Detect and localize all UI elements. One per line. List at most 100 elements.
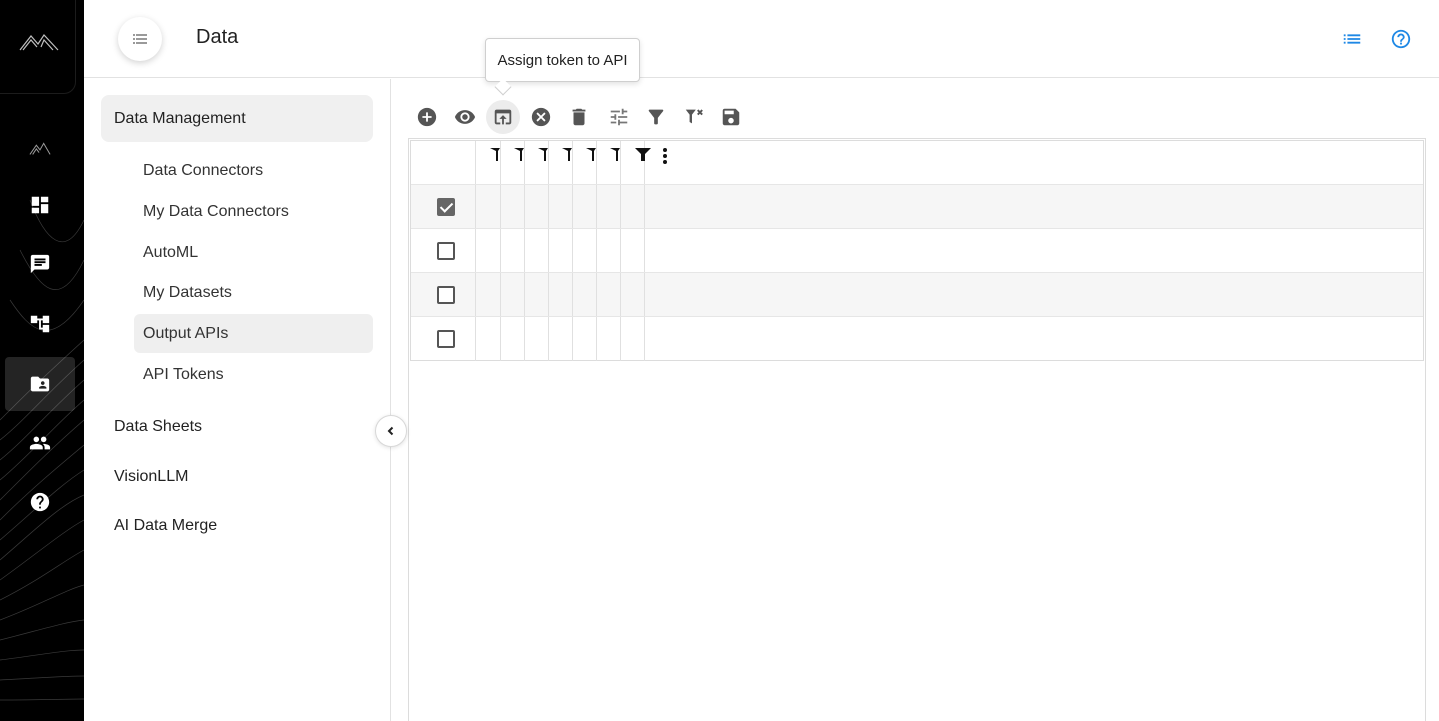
table-cell[interactable] xyxy=(476,273,501,316)
sidebar-item-output-apis[interactable]: Output APIs xyxy=(134,314,373,353)
table-cell[interactable] xyxy=(597,273,621,316)
help-circle-icon xyxy=(30,492,50,512)
rail-workflow[interactable] xyxy=(5,297,75,351)
table-cell[interactable] xyxy=(549,317,573,361)
table-cell[interactable] xyxy=(621,317,645,361)
sidebar-group-visionllm[interactable]: VisionLLM xyxy=(101,453,373,500)
mountain-logo-icon xyxy=(19,34,59,51)
table-cell[interactable] xyxy=(525,229,549,272)
table-cell[interactable] xyxy=(501,273,525,316)
column-filter-icon[interactable] xyxy=(560,146,574,162)
table-cell[interactable] xyxy=(476,317,501,361)
select-cell xyxy=(411,229,476,272)
help-icon xyxy=(1391,29,1411,49)
table-cell[interactable] xyxy=(621,185,645,228)
table-cell[interactable] xyxy=(525,317,549,361)
help-button[interactable] xyxy=(1389,27,1413,51)
table-row[interactable] xyxy=(411,273,1423,317)
workflow-icon xyxy=(30,315,50,333)
table-cell[interactable] xyxy=(549,185,573,228)
cancel-button[interactable] xyxy=(524,100,558,134)
table-cell[interactable] xyxy=(549,273,573,316)
list-view-icon xyxy=(1343,34,1361,44)
cancel-icon xyxy=(531,107,551,127)
rail-chat[interactable] xyxy=(5,237,75,291)
table-cell[interactable] xyxy=(573,273,597,316)
table-cell[interactable] xyxy=(501,317,525,361)
logo-box[interactable] xyxy=(0,0,76,94)
view-icon xyxy=(454,110,476,124)
table-cell[interactable] xyxy=(621,229,645,272)
table-cell[interactable] xyxy=(525,185,549,228)
column-filter-icon[interactable] xyxy=(634,146,652,162)
rail-users[interactable] xyxy=(5,416,75,470)
left-rail xyxy=(0,0,84,721)
table-cell[interactable] xyxy=(501,229,525,272)
table-cell[interactable] xyxy=(597,317,621,361)
clear-filter-icon xyxy=(685,109,703,124)
sidebar-group-data-management[interactable]: Data Management xyxy=(101,95,373,142)
collapse-sidebar-button[interactable] xyxy=(375,415,407,447)
sidebar-item-api-tokens[interactable]: API Tokens xyxy=(134,355,373,394)
rail-help[interactable] xyxy=(5,475,75,529)
assign-token-button[interactable] xyxy=(486,100,520,134)
sidebar-group-ai-data-merge[interactable]: AI Data Merge xyxy=(101,502,373,549)
rail-data[interactable] xyxy=(5,357,75,411)
assign-token-icon xyxy=(494,109,512,125)
menu-button[interactable] xyxy=(118,17,162,61)
select-column-header xyxy=(411,141,476,184)
column-menu-icon[interactable] xyxy=(661,147,669,165)
table-cell[interactable] xyxy=(476,229,501,272)
select-cell xyxy=(411,185,476,228)
table-cell[interactable] xyxy=(597,185,621,228)
table-cell[interactable] xyxy=(525,273,549,316)
sidebar-group-data-sheets[interactable]: Data Sheets xyxy=(101,403,373,450)
table-cell[interactable] xyxy=(573,229,597,272)
chevron-left-icon xyxy=(387,426,394,436)
sidebar-item-my-data-connectors[interactable]: My Data Connectors xyxy=(134,192,373,231)
page-title: Data xyxy=(196,26,239,48)
view-button[interactable] xyxy=(448,100,482,134)
column-filter-icon[interactable] xyxy=(608,146,622,162)
mountain-icon xyxy=(29,142,51,155)
table-cell[interactable] xyxy=(597,229,621,272)
filter-button[interactable] xyxy=(639,100,673,134)
columns-button[interactable] xyxy=(602,100,636,134)
list-view-button[interactable] xyxy=(1340,27,1364,51)
row-checkbox[interactable] xyxy=(437,242,455,260)
row-checkbox[interactable] xyxy=(437,286,455,304)
table-row[interactable] xyxy=(411,185,1423,229)
table-cell[interactable] xyxy=(573,317,597,361)
row-checkbox[interactable] xyxy=(437,330,455,348)
columns-icon xyxy=(610,108,628,126)
column-filter-icon[interactable] xyxy=(536,146,550,162)
table-cell[interactable] xyxy=(573,185,597,228)
add-button[interactable] xyxy=(410,100,444,134)
save-icon xyxy=(722,108,740,126)
rail-mountain[interactable] xyxy=(5,121,75,175)
grid-header-row xyxy=(411,141,1423,185)
data-folder-icon xyxy=(30,376,50,392)
tooltip: Assign token to API xyxy=(485,38,640,82)
table-cell[interactable] xyxy=(476,185,501,228)
app-header: Data xyxy=(84,0,1439,78)
delete-button[interactable] xyxy=(562,100,596,134)
rail-dashboard[interactable] xyxy=(5,178,75,232)
save-button[interactable] xyxy=(714,100,748,134)
delete-icon xyxy=(572,108,586,126)
table-cell[interactable] xyxy=(621,273,645,316)
table-row[interactable] xyxy=(411,317,1423,361)
table-cell[interactable] xyxy=(549,229,573,272)
column-filter-icon[interactable] xyxy=(512,146,526,162)
filter-icon xyxy=(648,109,664,125)
clear-filter-button[interactable] xyxy=(677,100,711,134)
sidebar-item-automl[interactable]: AutoML xyxy=(134,233,373,272)
row-checkbox[interactable] xyxy=(437,198,455,216)
sidebar-item-data-connectors[interactable]: Data Connectors xyxy=(134,151,373,190)
users-icon xyxy=(29,436,51,450)
column-filter-icon[interactable] xyxy=(584,146,598,162)
sidebar-item-my-datasets[interactable]: My Datasets xyxy=(134,273,373,312)
column-filter-icon[interactable] xyxy=(488,146,502,162)
table-row[interactable] xyxy=(411,229,1423,273)
table-cell[interactable] xyxy=(501,185,525,228)
